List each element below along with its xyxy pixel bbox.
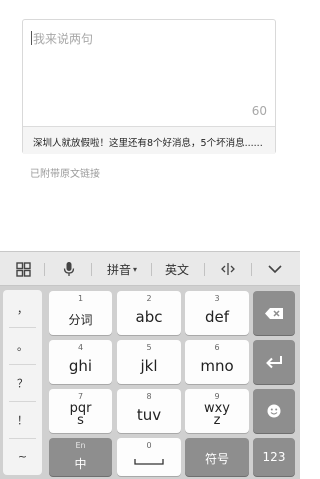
- char-counter: 60: [251, 104, 267, 118]
- toolbar-divider: [151, 263, 152, 276]
- key-1-fenci[interactable]: 1 分词: [49, 291, 112, 335]
- punct-key-exclamation[interactable]: ！: [3, 401, 42, 438]
- numeric-button[interactable]: 123: [253, 438, 295, 476]
- key-4-ghi[interactable]: 4 ghi: [49, 340, 112, 384]
- link-preview-title: 深圳人就放假啦！这里还有8个好消息，5个坏消息......: [33, 138, 263, 149]
- key-label: def: [204, 308, 230, 326]
- pinyin-mode-button[interactable]: 拼音 ▾: [96, 252, 148, 286]
- english-mode-button[interactable]: 英文: [156, 252, 198, 286]
- enter-button[interactable]: [253, 340, 295, 384]
- english-label: 英文: [164, 262, 189, 277]
- key-label: mno: [200, 357, 234, 375]
- emoji-icon: [253, 389, 295, 433]
- space-bar[interactable]: 0: [117, 438, 181, 476]
- punct-key-question[interactable]: ？: [3, 364, 42, 401]
- key-label: 中: [74, 457, 87, 471]
- key-label: 符号: [204, 452, 229, 466]
- key-label-bottom: s: [77, 413, 84, 428]
- keyboard-toolbar: 拼音 ▾ 英文: [0, 251, 300, 286]
- key-2-abc[interactable]: 2 abc: [117, 291, 181, 335]
- key-label: 分词: [68, 313, 93, 327]
- space-bar-icon: [117, 452, 181, 472]
- key-6-mno[interactable]: 6 mno: [185, 340, 249, 384]
- key-number: 8: [146, 392, 152, 401]
- toolbar-divider: [251, 263, 252, 276]
- key-9-wxyz[interactable]: 9 wxy z: [185, 389, 249, 433]
- key-3-def[interactable]: 3 def: [185, 291, 249, 335]
- punct-key-period[interactable]: 。: [3, 327, 42, 364]
- text-cursor: [31, 31, 32, 45]
- key-label: 123: [262, 450, 286, 464]
- key-5-jkl[interactable]: 5 jkl: [117, 340, 181, 384]
- key-number: 2: [146, 294, 152, 303]
- pinyin-label: 拼音: [106, 262, 131, 277]
- key-number: 0: [146, 441, 152, 450]
- enter-icon: [253, 340, 295, 384]
- key-number: 6: [214, 343, 220, 352]
- link-attached-note: 已附带原文链接: [30, 169, 100, 180]
- key-number: 9: [214, 392, 220, 401]
- key-label-bottom: z: [213, 413, 221, 428]
- microphone-icon[interactable]: [52, 252, 86, 286]
- soft-keyboard: 拼音 ▾ 英文 ， 。 ？ ！ ~ 1 分词 2 abc 3 def 4 ghi…: [0, 251, 300, 479]
- toolbar-divider: [91, 263, 92, 276]
- key-label: ghi: [68, 357, 93, 375]
- language-switch-button[interactable]: En 中: [49, 438, 112, 476]
- key-number: En: [75, 441, 86, 450]
- key-8-tuv[interactable]: 8 tuv: [117, 389, 181, 433]
- grid-icon[interactable]: [6, 252, 40, 286]
- key-label: jkl: [140, 357, 158, 375]
- emoji-button[interactable]: [253, 389, 295, 433]
- key-label: tuv: [136, 406, 162, 424]
- cursor-move-icon[interactable]: [212, 252, 244, 286]
- key-number: 7: [77, 392, 84, 401]
- comment-input[interactable]: 我来说两句 60: [23, 20, 275, 126]
- key-7-pqrs[interactable]: 7 pqr s: [49, 389, 112, 433]
- chevron-down-icon[interactable]: [258, 252, 292, 286]
- punct-key-comma[interactable]: ，: [3, 290, 42, 327]
- comment-card: 我来说两句 60 深圳人就放假啦！这里还有8个好消息，5个坏消息......: [22, 19, 276, 154]
- link-preview[interactable]: 深圳人就放假啦！这里还有8个好消息，5个坏消息......: [23, 126, 275, 154]
- toolbar-divider: [44, 263, 45, 276]
- key-number: 4: [77, 343, 84, 352]
- key-number: 1: [77, 294, 84, 303]
- caret-down-icon: ▾: [133, 264, 138, 274]
- punct-key-tilde[interactable]: ~: [3, 438, 42, 475]
- comment-placeholder: 我来说两句: [33, 32, 94, 46]
- punctuation-column: ， 。 ？ ！ ~: [3, 290, 42, 475]
- key-label: abc: [135, 308, 163, 326]
- key-number: 3: [214, 294, 220, 303]
- toolbar-divider: [204, 263, 205, 276]
- backspace-icon: [253, 291, 295, 335]
- compose-area: 我来说两句 60 深圳人就放假啦！这里还有8个好消息，5个坏消息...... 已…: [0, 0, 300, 251]
- symbol-button[interactable]: 符号: [185, 438, 249, 476]
- backspace-button[interactable]: [253, 291, 295, 335]
- key-number: 5: [146, 343, 152, 352]
